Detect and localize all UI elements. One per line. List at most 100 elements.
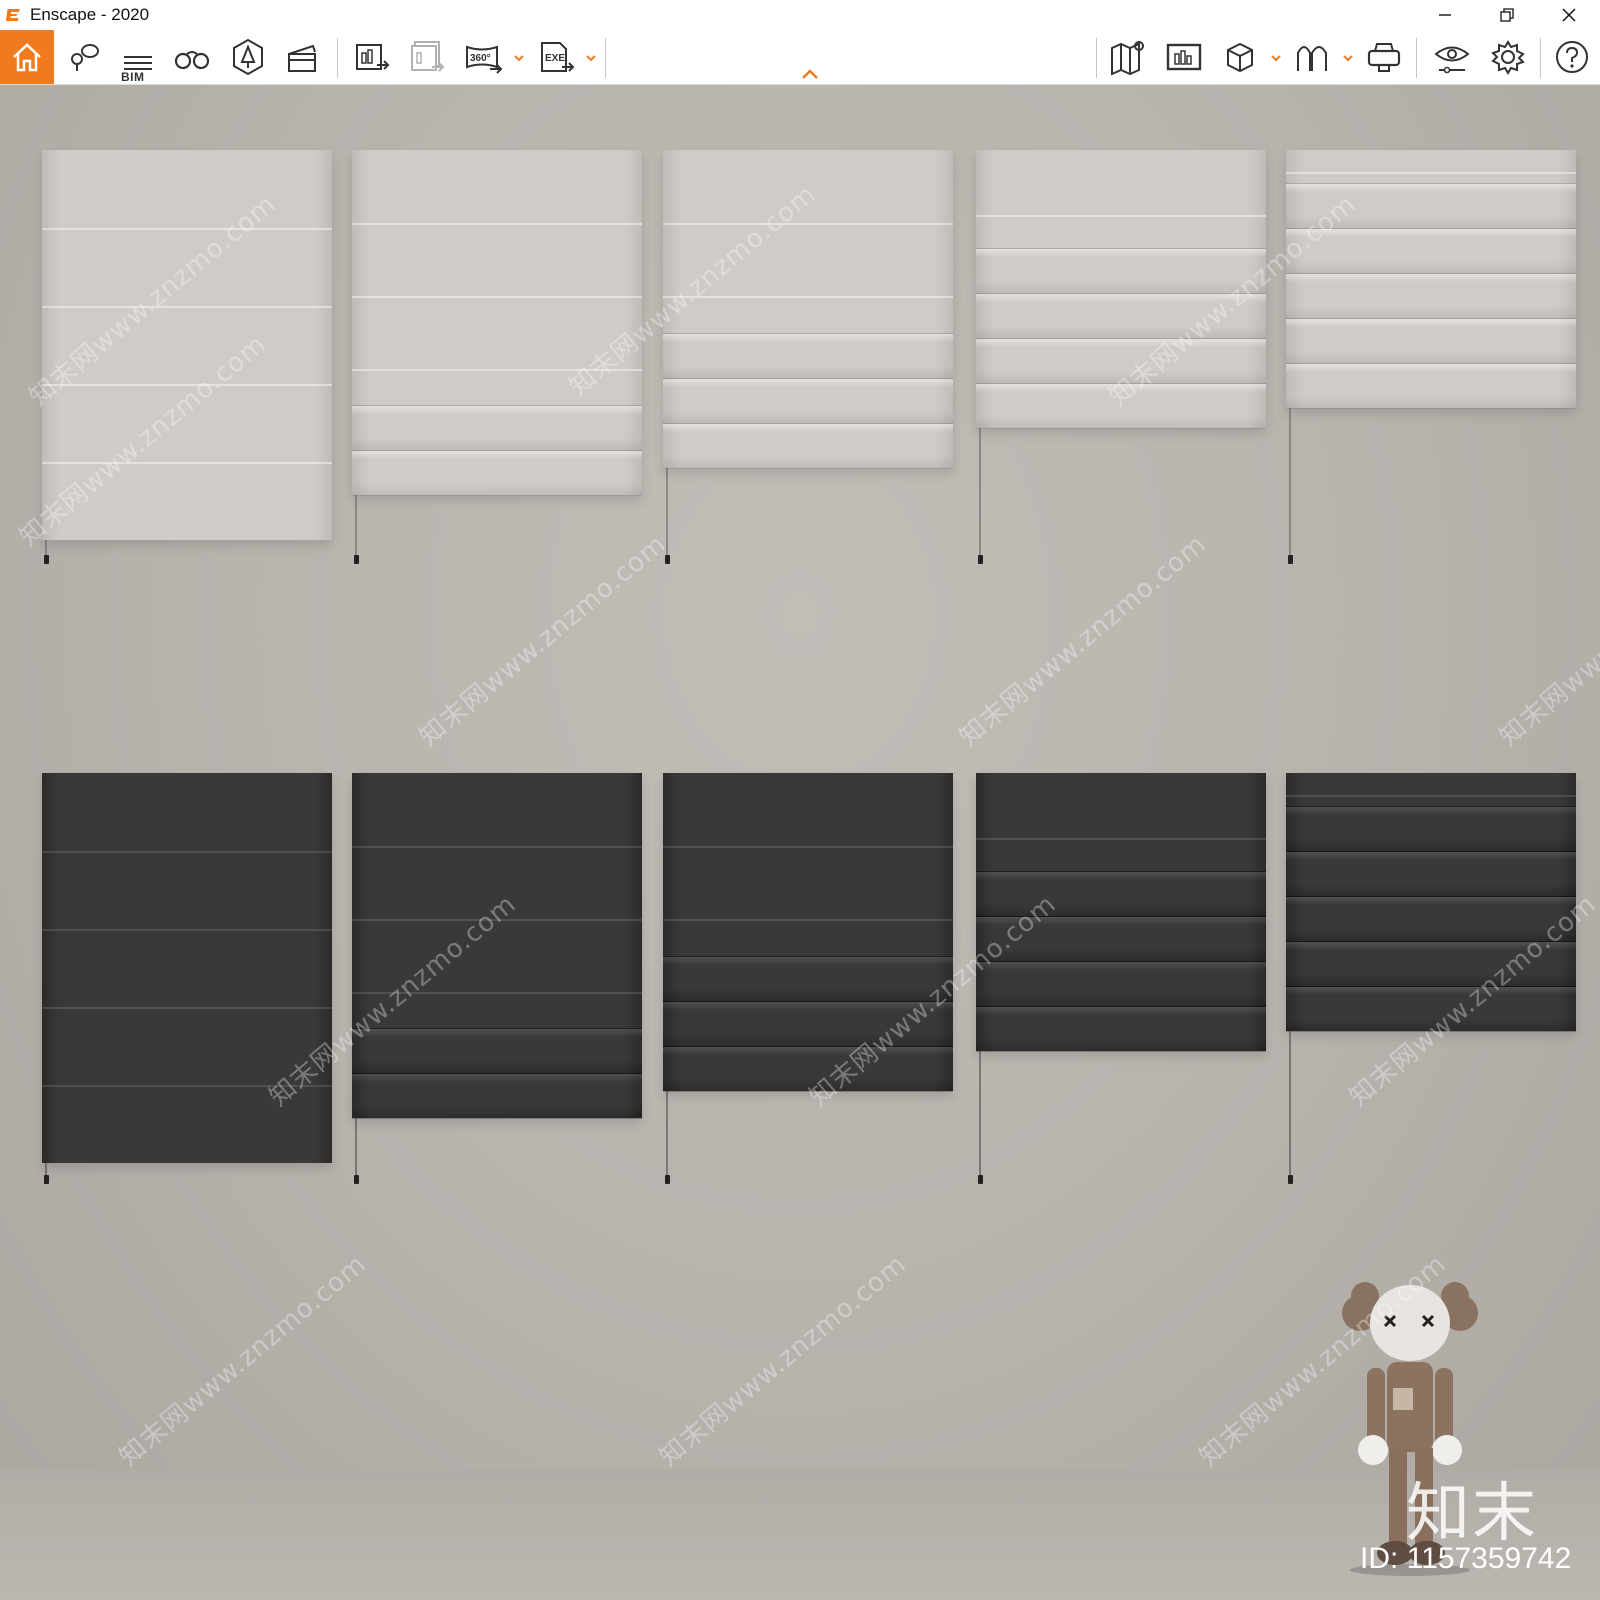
exe-export-icon: EXE [541,42,575,72]
toolbar-separator [1096,38,1097,78]
blind-cord-end [354,555,359,564]
blind-fold [976,1006,1266,1052]
light-roman-blind [1286,150,1576,409]
chevron-down-icon[interactable] [585,52,597,64]
blind-cord [355,1118,357,1175]
export-exe-button[interactable]: EXE [535,35,579,79]
blind-fold [663,378,953,424]
batch-export-button[interactable] [405,35,449,79]
toolbar-separator [337,38,338,78]
blind-seam [352,223,642,225]
blind-cord-end [44,1175,49,1184]
bim-label: BIM [121,70,145,84]
asset-library-button[interactable] [1218,35,1262,79]
atmosphere-button[interactable] [226,35,270,79]
vr-button[interactable] [1362,35,1406,79]
visual-settings-button[interactable] [1430,35,1474,79]
materials-button[interactable] [1290,35,1334,79]
chevron-down-icon[interactable] [1270,52,1282,64]
blind-fold [1286,273,1576,319]
map-pin-chat-icon [71,44,99,71]
blind-seam [42,306,332,308]
blind-seam [663,223,953,225]
close-button[interactable] [1538,0,1600,30]
blind-seam [976,215,1266,217]
blind-fold [352,1073,642,1119]
bell-tree-icon [233,38,263,76]
minimize-button[interactable] [1414,0,1476,30]
brand-watermark: 知末 [1406,1477,1538,1551]
chevron-down-icon[interactable] [513,52,525,64]
map-button[interactable] [1106,35,1150,79]
watermark: 知末网www.znzmo.com [413,529,673,753]
settings-button[interactable] [1486,35,1530,79]
binoculars-icon [174,51,210,70]
blind-cord-end [1288,1175,1293,1184]
export-image-button[interactable] [350,35,394,79]
blind-fold [663,423,953,469]
watermark: 知末网www.znzmo.com [113,1249,373,1473]
blind-cord [666,468,668,555]
blind-cord-end [1288,555,1293,564]
blind-seam [42,1007,332,1009]
dark-roman-blind [352,773,642,1119]
capture-screen-icon [1166,43,1202,71]
blind-seam [663,919,953,921]
svg-text:EXE: EXE [545,53,565,64]
help-icon [1556,41,1588,73]
watermark: 知末网www.znzmo.com [653,1249,913,1473]
help-button[interactable] [1550,35,1594,79]
blind-seam [352,846,642,848]
chevron-down-icon[interactable] [1342,52,1354,64]
light-roman-blind [352,150,642,496]
home-button[interactable] [0,30,54,84]
eye-icon [1434,46,1470,74]
blind-cord [45,1163,47,1175]
blind-cord-end [665,1175,670,1184]
clapperboard-icon [288,44,316,72]
blind-seam [663,846,953,848]
blind-seam [42,929,332,931]
blind-seam [42,851,332,853]
blind-fold [352,450,642,496]
blind-fold [1286,851,1576,897]
restore-button[interactable] [1476,0,1538,30]
cube-icon [1227,42,1253,73]
window-title: Enscape - 2020 [30,5,150,24]
watermark: 知末网www.znzmo.com [1493,529,1600,753]
blind-seam [1286,172,1576,174]
blind-cord [666,1091,668,1175]
blind-cord-end [354,1175,359,1184]
video-button[interactable] [280,35,324,79]
enscape-logo-icon [4,5,24,25]
blind-fold [352,1028,642,1074]
dark-roman-blind [1286,773,1576,1032]
blind-seam [42,228,332,230]
blind-cord [355,495,357,555]
blind-seam [976,838,1266,840]
blind-seam [1286,795,1576,797]
arches-icon [1297,46,1327,71]
blind-fold [1286,318,1576,364]
views-button[interactable] [62,35,106,79]
binoculars-button[interactable] [170,35,214,79]
home-icon [13,43,41,72]
blind-seam [352,296,642,298]
toolbar-separator [605,38,606,78]
blind-cord [979,428,981,555]
blind-cord-end [978,1175,983,1184]
export-image-icon [356,44,390,70]
panorama-360-icon: 360° [466,45,503,74]
blind-cord [1289,1031,1291,1175]
blind-fold [1286,363,1576,409]
blind-fold [976,961,1266,1007]
blind-cord-end [44,555,49,564]
render-viewport[interactable]: 知末网www.znzmo.com 知末网www.znzmo.com 知末网www… [0,85,1600,1600]
collapse-toolbar-chevron-up-icon[interactable] [798,66,822,82]
blind-fold [1286,806,1576,852]
image-id-label: ID: 1157359742 [1360,1542,1572,1575]
blind-fold [352,405,642,451]
export-panorama-button[interactable]: 360° [462,35,506,79]
capture-button[interactable] [1162,35,1206,79]
batch-export-icon [411,41,445,72]
